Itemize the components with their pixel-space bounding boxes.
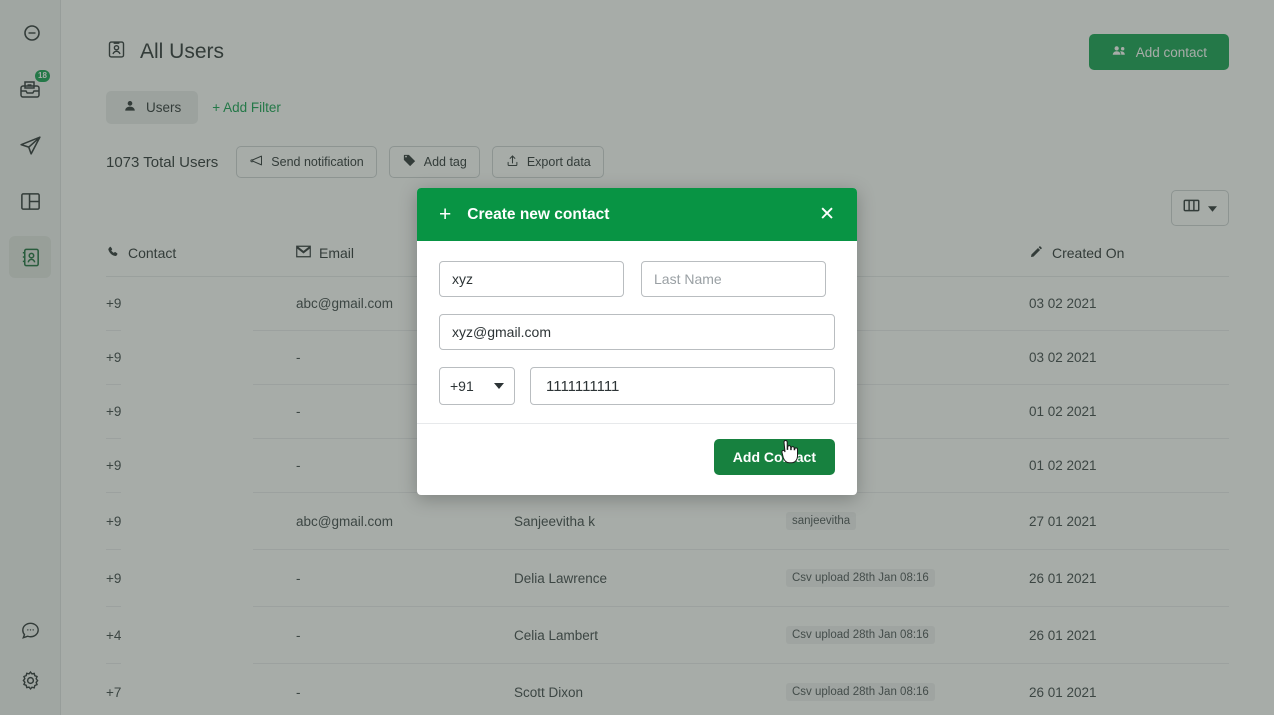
create-contact-modal: + Create new contact ✕ +91 Add Contact [417,188,857,495]
modal-body: +91 [417,241,857,423]
modal-footer: Add Contact [417,424,857,495]
phone-input[interactable] [530,367,835,405]
name-row [439,261,835,297]
country-code-select[interactable]: +91 [439,367,515,405]
email-input[interactable] [439,314,835,350]
last-name-input[interactable] [641,261,826,297]
phone-row: +91 [439,367,835,405]
plus-icon: + [439,204,451,225]
app-root: 18 [0,0,1274,715]
country-code-value: +91 [450,378,474,394]
modal-title: Create new contact [467,206,819,224]
chevron-down-icon [494,383,504,389]
submit-add-contact-button[interactable]: Add Contact [714,439,835,475]
close-icon[interactable]: ✕ [819,205,835,224]
modal-header: + Create new contact ✕ [417,188,857,241]
first-name-input[interactable] [439,261,624,297]
